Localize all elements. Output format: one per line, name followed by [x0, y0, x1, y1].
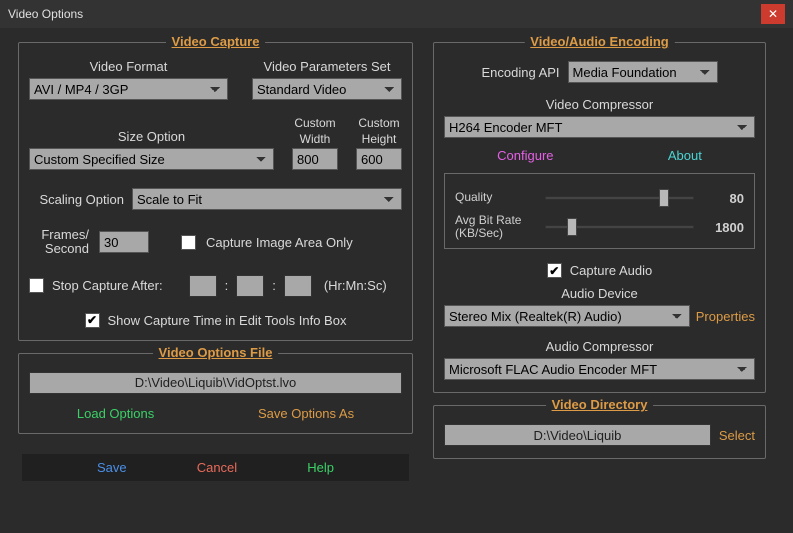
panel-title-encoding: Video/Audio Encoding	[524, 34, 674, 49]
size-option-label: Size Option	[118, 129, 185, 144]
options-file-panel: Video Options File D:\Video\Liquib\VidOp…	[18, 353, 413, 434]
bitrate-label: Avg Bit Rate (KB/Sec)	[455, 214, 535, 240]
video-compressor-select[interactable]: H264 Encoder MFT	[444, 116, 755, 138]
custom-width-input[interactable]	[292, 148, 338, 170]
stop-mn-input[interactable]	[236, 275, 264, 297]
title-bar: Video Options ✕	[0, 0, 793, 28]
close-icon: ✕	[768, 7, 778, 21]
fps-input[interactable]	[99, 231, 149, 253]
video-compressor-label: Video Compressor	[546, 97, 653, 112]
stop-after-checkbox[interactable]	[29, 278, 44, 293]
scaling-label: Scaling Option	[29, 192, 124, 207]
panel-title-directory: Video Directory	[546, 397, 654, 412]
select-directory-link[interactable]: Select	[719, 428, 755, 443]
encoding-panel: Video/Audio Encoding Encoding API Media …	[433, 42, 766, 393]
custom-height-label2: Height	[362, 132, 397, 146]
hms-label: (Hr:Mn:Sc)	[324, 278, 387, 293]
load-options-link[interactable]: Load Options	[77, 406, 154, 421]
audio-device-label: Audio Device	[561, 286, 638, 301]
bitrate-value: 1800	[704, 220, 744, 235]
video-capture-panel: Video Capture Video Format AVI / MP4 / 3…	[18, 42, 413, 341]
footer-bar: Save Cancel Help	[22, 454, 409, 481]
video-directory-panel: Video Directory D:\Video\Liquib Select	[433, 405, 766, 459]
encoding-api-select[interactable]: Media Foundation	[568, 61, 718, 83]
params-set-select[interactable]: Standard Video	[252, 78, 402, 100]
save-options-as-link[interactable]: Save Options As	[258, 406, 354, 421]
save-button[interactable]: Save	[97, 460, 127, 475]
cancel-button[interactable]: Cancel	[197, 460, 237, 475]
show-time-checkbox[interactable]	[85, 313, 100, 328]
audio-compressor-label: Audio Compressor	[546, 339, 654, 354]
fps-label1: Frames/	[29, 228, 89, 242]
custom-width-label2: Width	[300, 132, 331, 146]
capture-area-only-checkbox[interactable]	[181, 235, 196, 250]
custom-width-label1: Custom	[294, 116, 335, 130]
window-title: Video Options	[8, 7, 83, 21]
audio-device-select[interactable]: Stereo Mix (Realtek(R) Audio)	[444, 305, 690, 327]
stop-after-label: Stop Capture After:	[52, 278, 163, 293]
capture-area-only-label: Capture Image Area Only	[206, 235, 353, 250]
audio-properties-link[interactable]: Properties	[696, 309, 755, 324]
quality-slider[interactable]	[545, 190, 694, 206]
encoding-api-label: Encoding API	[481, 65, 559, 80]
custom-height-input[interactable]	[356, 148, 402, 170]
configure-link[interactable]: Configure	[497, 148, 553, 163]
video-format-label: Video Format	[90, 59, 168, 74]
stop-hr-input[interactable]	[189, 275, 217, 297]
directory-path: D:\Video\Liquib	[444, 424, 711, 446]
show-time-label: Show Capture Time in Edit Tools Info Box	[108, 313, 347, 328]
custom-height-label1: Custom	[358, 116, 399, 130]
bitrate-slider[interactable]	[545, 219, 694, 235]
video-format-select[interactable]: AVI / MP4 / 3GP	[29, 78, 228, 100]
about-link[interactable]: About	[668, 148, 702, 163]
options-file-path: D:\Video\Liquib\VidOptst.lvo	[29, 372, 402, 394]
params-set-label: Video Parameters Set	[264, 59, 391, 74]
stop-sc-input[interactable]	[284, 275, 312, 297]
panel-title-options-file: Video Options File	[153, 345, 279, 360]
sliders-box: Quality 80 Avg Bit Rate (KB/Sec) 1800	[444, 173, 755, 249]
quality-value: 80	[704, 191, 744, 206]
capture-audio-label: Capture Audio	[570, 263, 652, 278]
audio-compressor-select[interactable]: Microsoft FLAC Audio Encoder MFT	[444, 358, 755, 380]
fps-label2: Second	[29, 242, 89, 256]
quality-label: Quality	[455, 191, 535, 204]
panel-title-capture: Video Capture	[166, 34, 266, 49]
size-option-select[interactable]: Custom Specified Size	[29, 148, 274, 170]
close-button[interactable]: ✕	[761, 4, 785, 24]
help-button[interactable]: Help	[307, 460, 334, 475]
scaling-select[interactable]: Scale to Fit	[132, 188, 402, 210]
capture-audio-checkbox[interactable]	[547, 263, 562, 278]
